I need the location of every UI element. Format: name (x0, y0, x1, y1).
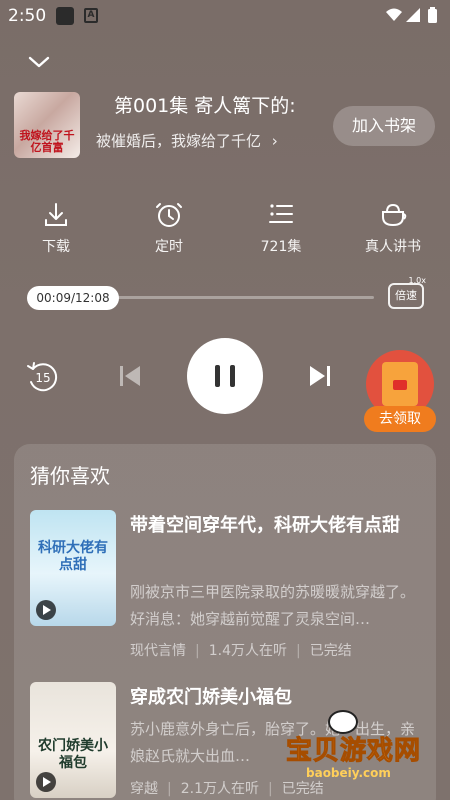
app-notification-icon: A (84, 8, 98, 23)
speed-value: 1.0x (408, 276, 426, 285)
book-name: 被催婚后，我嫁给了千亿 (96, 132, 262, 150)
recommend-title: 猜你喜欢 (30, 464, 110, 488)
recommend-item-meta: 现代言情 | 1.4万人在听 | 已完结 (130, 643, 352, 659)
chevron-down-icon (28, 56, 50, 68)
recommend-item-desc: 刚被京市三甲医院录取的苏暖暖就穿越了。好消息：她穿越前觉醒了灵泉空间… (130, 583, 416, 628)
collapse-button[interactable] (26, 52, 52, 72)
status-icons (384, 6, 440, 26)
battery-icon (428, 7, 437, 23)
timer-button[interactable]: 定时 (129, 200, 209, 256)
recommend-item-title: 穿成农门娇美小福包 (130, 687, 292, 708)
play-icon (36, 772, 56, 792)
rewind-icon: 15 (27, 362, 58, 392)
list-item[interactable]: 科研大佬有点甜 带着空间穿年代，科研大佬有点甜 刚被京市三甲医院录取的苏暖暖就穿… (30, 510, 430, 660)
watermark-url: baobeiy.com (306, 766, 391, 780)
human-voice-label: 真人讲书 (365, 239, 421, 255)
wifi-icon (386, 8, 402, 21)
episode-title-marquee: 第001集 寄人篱下的: (96, 92, 321, 120)
recommend-category: 穿越 (130, 781, 158, 797)
rewind-15-button[interactable]: 15 (24, 358, 62, 400)
human-voice-icon (382, 203, 407, 227)
red-envelope-icon (382, 362, 418, 406)
download-button[interactable]: 下载 (16, 200, 96, 256)
episode-count-label: 721集 (260, 239, 302, 255)
skip-next-icon (310, 366, 330, 386)
timer-icon (156, 203, 182, 227)
watermark-logo: 宝贝游戏网 baobeiy.com (276, 710, 426, 782)
recommend-item-title: 带着空间穿年代，科研大佬有点甜 (130, 515, 400, 536)
book-name-link[interactable]: 被催婚后，我嫁给了千亿 › (96, 130, 278, 151)
previous-button[interactable] (116, 362, 144, 394)
recommend-status: 已完结 (309, 643, 352, 659)
episode-list-button[interactable]: 721集 (241, 200, 321, 256)
pause-icon-bar-right (230, 365, 235, 387)
book-cover-title: 我嫁给了千亿首富 (19, 129, 75, 154)
next-button[interactable] (306, 362, 334, 394)
watermark-text: 宝贝游戏网 (285, 736, 422, 767)
status-bar: 2:50 A (0, 0, 450, 32)
chevron-right-icon: › (271, 132, 278, 150)
recommend-category: 现代言情 (130, 643, 186, 659)
reward-button[interactable]: 去领取 (364, 350, 436, 432)
recommend-listeners: 1.4万人在听 (208, 643, 287, 659)
download-label: 下载 (42, 239, 70, 255)
speed-button[interactable]: 倍速 1.0x (388, 276, 426, 309)
skip-previous-icon (120, 366, 140, 386)
pause-button[interactable] (187, 338, 263, 414)
pause-icon-bar-left (215, 365, 220, 387)
rewind-seconds: 15 (35, 371, 50, 385)
timer-label: 定时 (155, 239, 183, 255)
play-icon (36, 600, 56, 620)
human-voice-button[interactable]: 真人讲书 (353, 200, 433, 256)
download-icon (45, 203, 67, 226)
recommend-cover-title: 农门娇美小福包 (38, 738, 108, 771)
recommend-cover: 科研大佬有点甜 (30, 510, 116, 626)
recommend-cover-title: 科研大佬有点甜 (38, 540, 108, 573)
reward-label: 去领取 (364, 406, 436, 432)
speed-label: 倍速 (388, 283, 424, 309)
recommend-status: 已完结 (281, 781, 324, 797)
signal-icon (406, 8, 420, 22)
episode-title: 第001集 寄人篱下的: (114, 95, 296, 117)
add-to-shelf-button[interactable]: 加入书架 (333, 106, 435, 146)
recommend-listeners: 2.1万人在听 (180, 781, 259, 797)
notification-icon (56, 7, 74, 25)
book-cover[interactable]: 我嫁给了千亿首富 (14, 92, 80, 158)
progress-time[interactable]: 00:09/12:08 (27, 286, 119, 310)
status-time: 2:50 (8, 6, 47, 26)
episode-list-icon (269, 204, 293, 223)
recommend-cover: 农门娇美小福包 (30, 682, 116, 798)
